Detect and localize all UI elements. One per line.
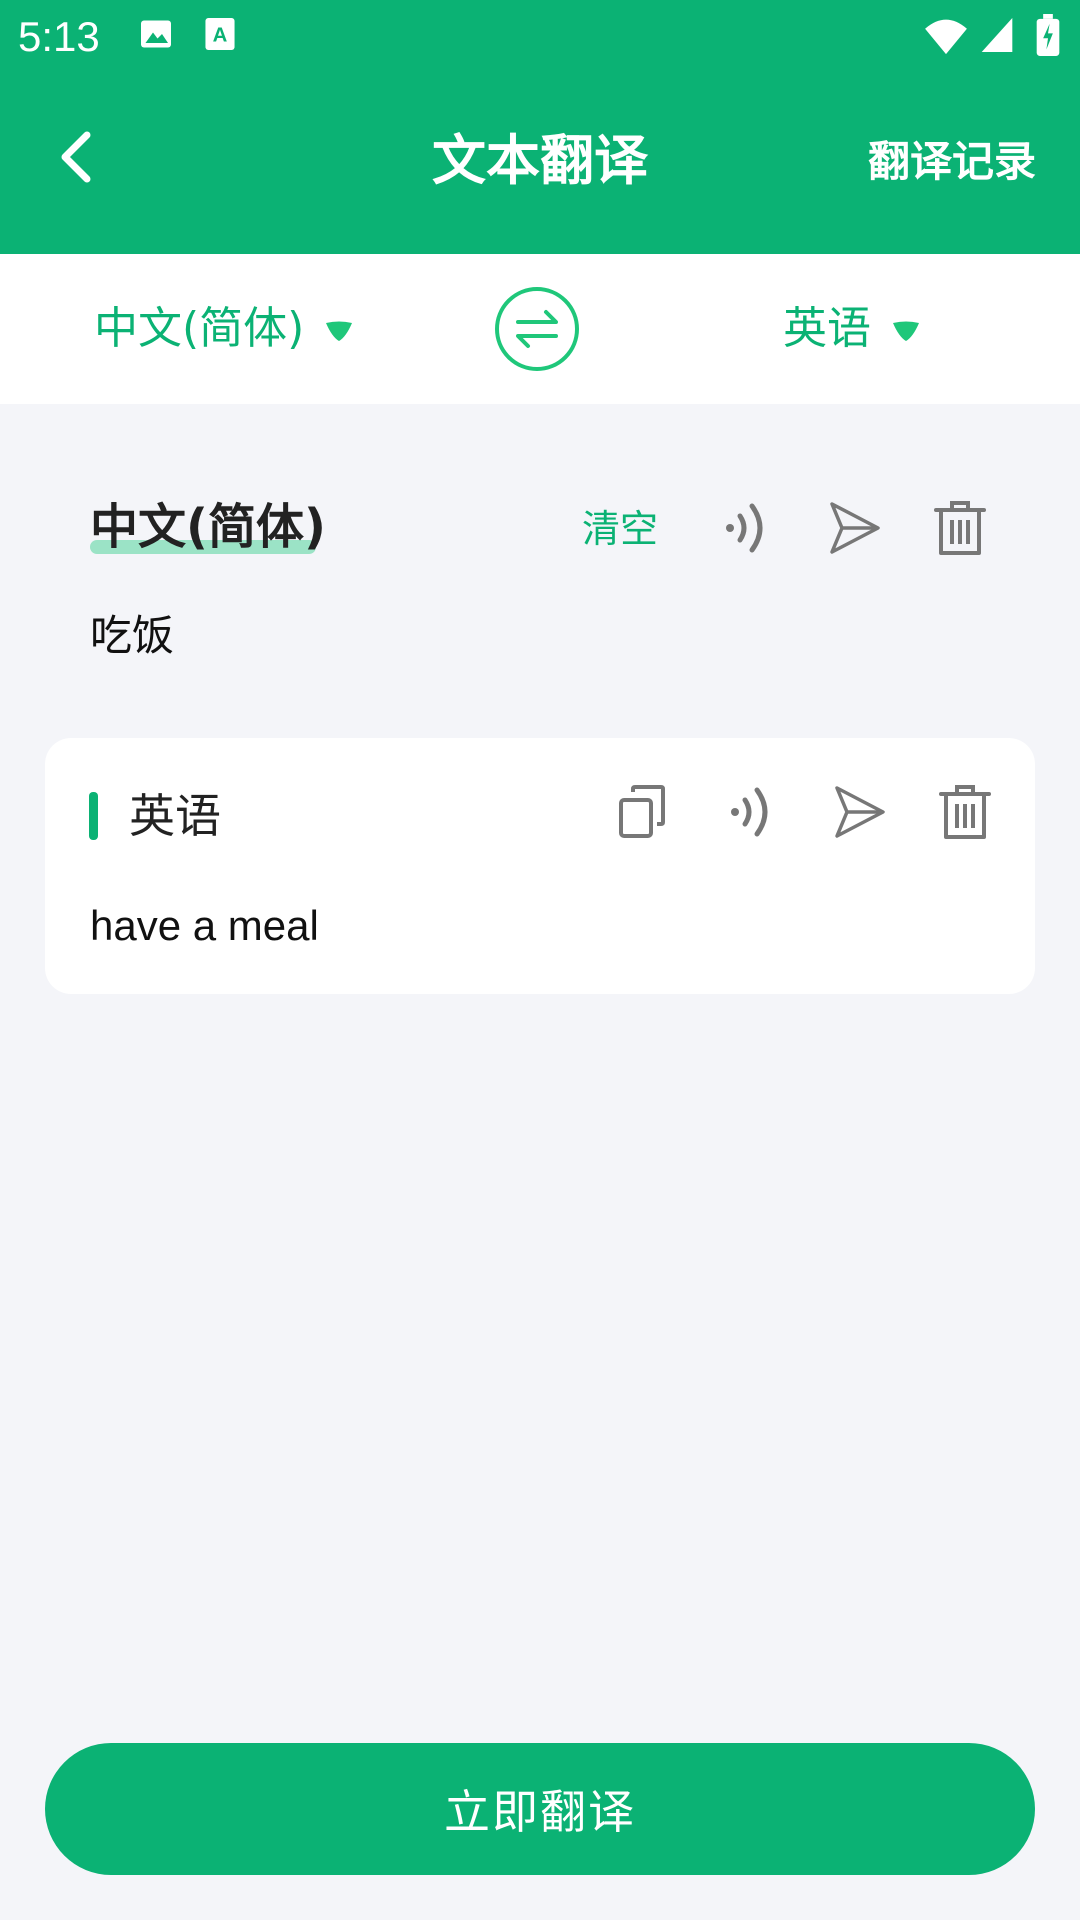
result-card: 英语 have a meal — [45, 738, 1035, 994]
source-language-label: 中文(简体) — [94, 303, 305, 354]
status-bar: 5:13 A — [0, 0, 1080, 74]
dropdown-arrow-icon — [891, 298, 921, 360]
trash-icon[interactable] — [930, 498, 990, 558]
source-panel-language: 中文(简体) — [90, 499, 326, 555]
source-text-input[interactable]: 吃饭 — [90, 608, 174, 664]
clear-button[interactable]: 清空 — [582, 504, 658, 554]
source-panel-header: 中文(简体) 清空 — [90, 490, 1010, 566]
source-language-dropdown[interactable]: 中文(简体) — [94, 298, 354, 360]
battery-icon — [1036, 14, 1060, 56]
speaker-icon[interactable] — [721, 782, 781, 842]
translation-history-link[interactable]: 翻译记录 — [868, 134, 1036, 190]
result-language: 英语 — [129, 789, 221, 843]
target-language-label: 英语 — [783, 303, 871, 354]
status-time: 5:13 — [18, 13, 100, 60]
target-language-dropdown[interactable]: 英语 — [783, 298, 921, 360]
image-icon — [138, 16, 174, 52]
send-icon[interactable] — [829, 782, 889, 842]
signal-icon — [980, 16, 1014, 54]
svg-text:A: A — [213, 24, 228, 46]
app-bar: 文本翻译 翻译记录 — [0, 74, 1080, 254]
swap-languages-button[interactable] — [494, 286, 580, 372]
translate-screen: 5:13 A 文本翻译 翻译记录 中文(简体) 英语 中文(简体) 清空 吃饭 … — [0, 0, 1080, 1920]
dropdown-arrow-icon — [324, 298, 354, 360]
trash-icon[interactable] — [935, 782, 995, 842]
result-text: have a meal — [90, 902, 319, 949]
language-selector-row: 中文(简体) 英语 — [0, 254, 1080, 404]
swap-arrows-icon — [494, 287, 580, 376]
result-accent-bar — [89, 792, 98, 840]
translate-now-button[interactable]: 立即翻译 — [45, 1743, 1035, 1875]
speaker-icon[interactable] — [716, 498, 776, 558]
wifi-icon — [924, 16, 968, 56]
send-icon[interactable] — [824, 498, 884, 558]
copy-icon[interactable] — [613, 782, 673, 842]
a11y-text-icon: A — [204, 16, 236, 52]
